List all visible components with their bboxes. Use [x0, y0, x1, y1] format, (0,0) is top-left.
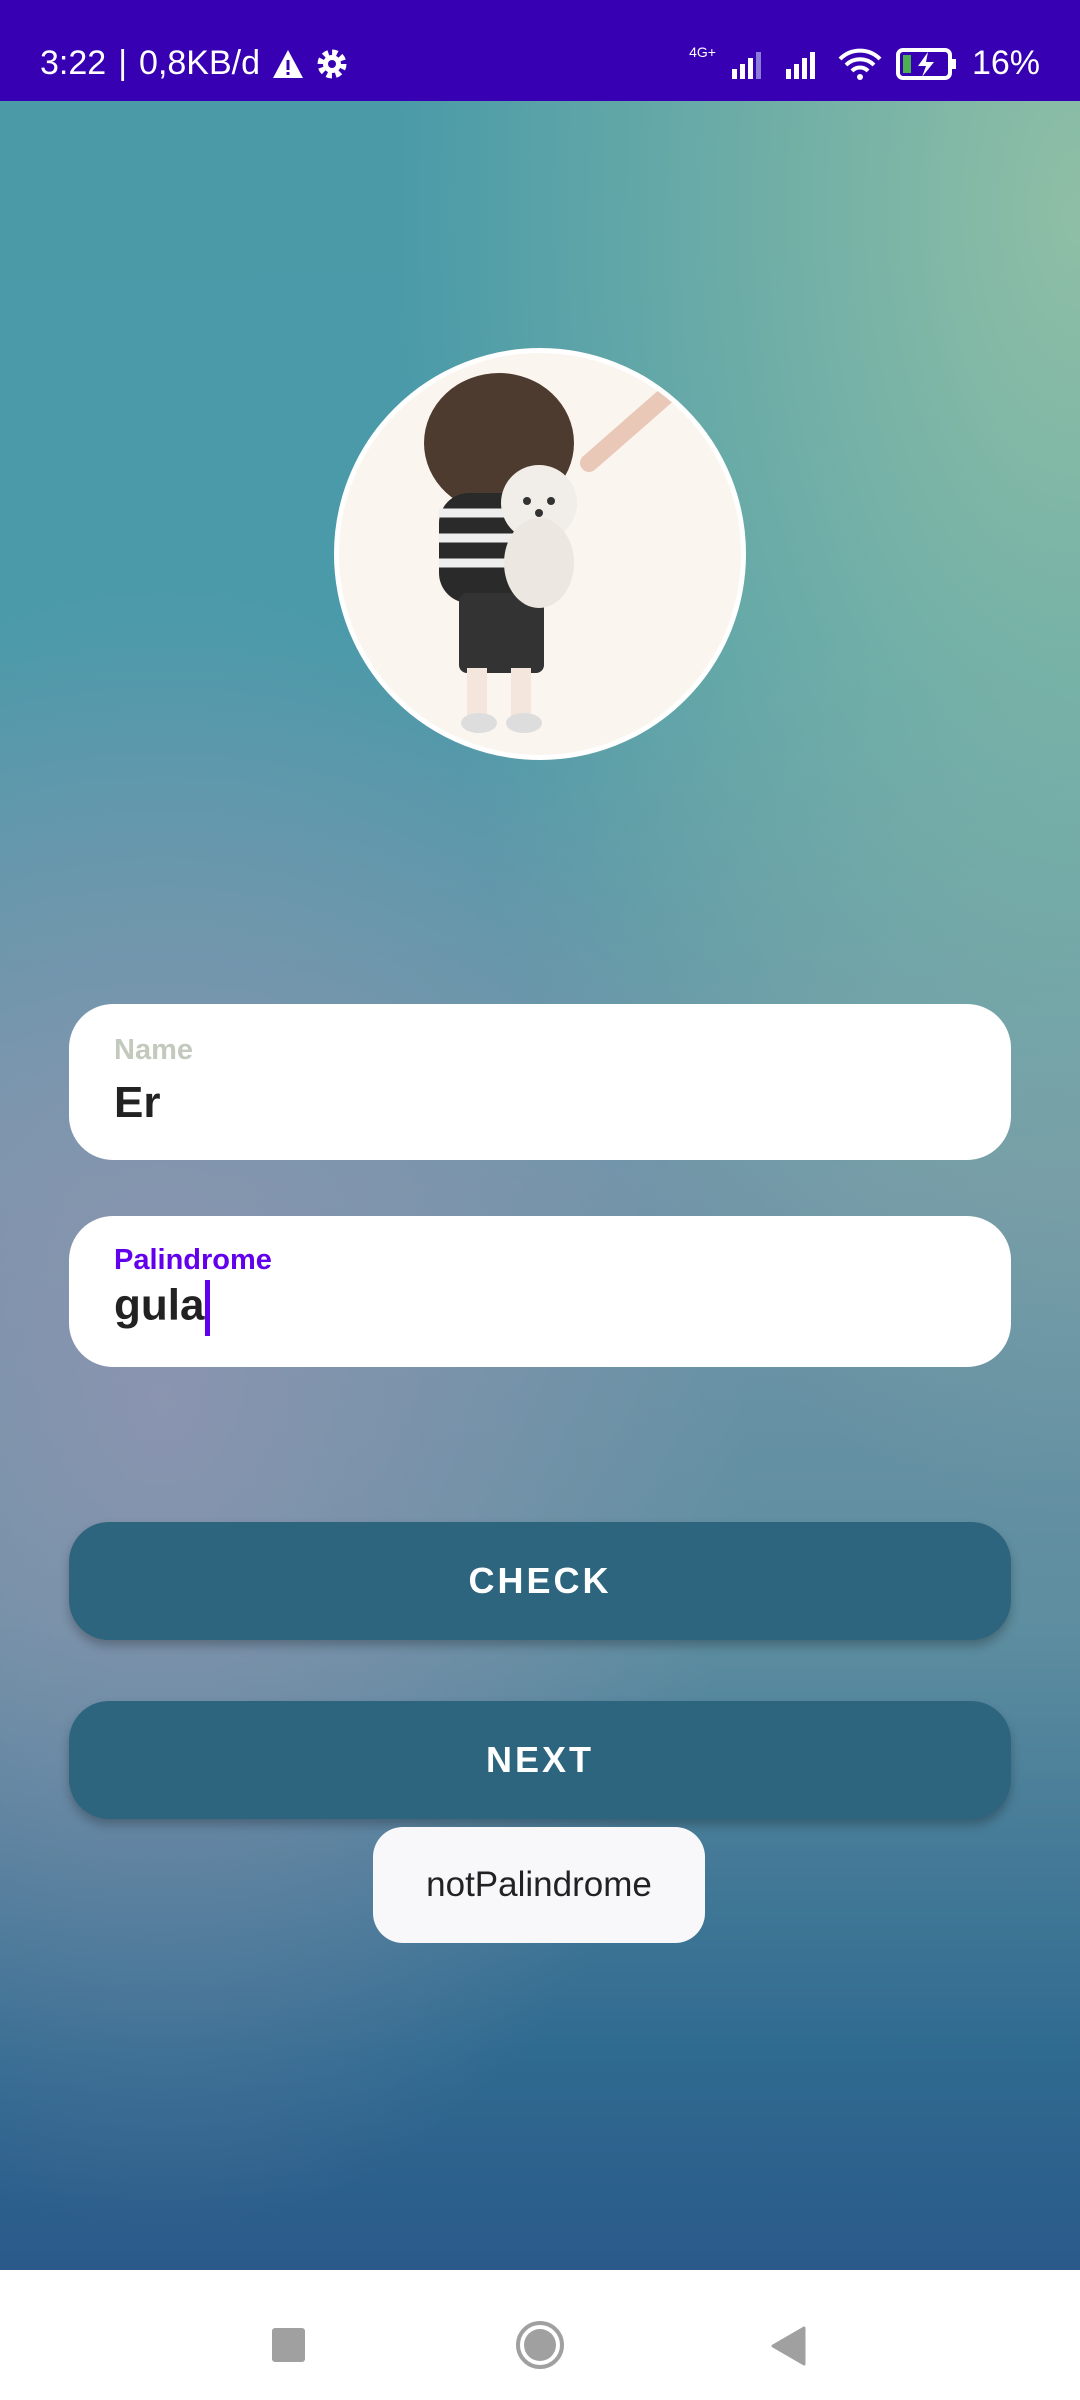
data-rate: 0,8KB/d [139, 44, 261, 82]
text-cursor [205, 1280, 211, 1336]
avatar-illustration [424, 373, 678, 733]
wifi-icon [838, 48, 882, 80]
name-input[interactable]: Name Er [69, 1004, 1011, 1160]
separator: | [118, 44, 128, 82]
status-bar: 3:22 | 0,8KB/d 4G+ 16% [0, 0, 1080, 101]
palindrome-input[interactable]: Palindrome gula [69, 1216, 1011, 1367]
next-button[interactable]: NEXT [69, 1701, 1011, 1819]
profile-avatar [334, 348, 746, 760]
name-value: Er [114, 1078, 161, 1127]
recents-button[interactable] [272, 2328, 305, 2362]
palindrome-value: gula [114, 1280, 205, 1330]
signal-icon [731, 51, 761, 79]
battery-charging-icon [895, 47, 956, 80]
network-type: 4G+ [689, 43, 716, 60]
palindrome-label: Palindrome [114, 1244, 272, 1276]
toast-message: notPalindrome [373, 1827, 705, 1943]
name-label: Name [114, 1034, 193, 1066]
signal-icon [785, 51, 815, 79]
warning-icon [273, 49, 304, 78]
clock: 3:22 [40, 44, 107, 82]
battery-percent: 16% [971, 44, 1040, 82]
navigation-bar [0, 2270, 1080, 2400]
check-button[interactable]: CHECK [69, 1522, 1011, 1640]
home-button[interactable] [516, 2321, 564, 2369]
gear-icon [317, 49, 347, 78]
back-button[interactable] [770, 2326, 806, 2366]
